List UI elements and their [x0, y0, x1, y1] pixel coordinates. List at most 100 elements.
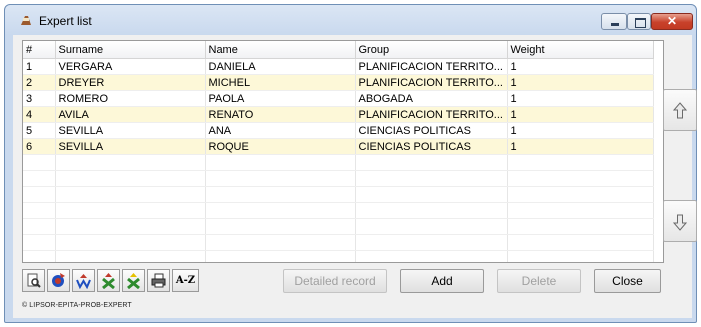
empty-cell [355, 154, 508, 171]
column-header-name[interactable]: Name [205, 41, 356, 59]
cell-group: PLANIFICACION TERRITO... [355, 106, 508, 123]
women-button[interactable] [72, 269, 95, 292]
maximize-button[interactable] [627, 13, 651, 30]
minimize-button[interactable] [601, 13, 627, 30]
add-expert-icon [127, 273, 140, 289]
grid-body: 1 VERGARA DANIELA PLANIFICACION TERRITO... 1… [23, 58, 654, 262]
empty-cell [355, 186, 508, 203]
empty-cell [205, 234, 356, 251]
window-title: Expert list [39, 14, 92, 28]
cell-number: 3 [23, 90, 56, 107]
arrow-up-icon [673, 102, 687, 119]
empty-row[interactable] [23, 234, 654, 251]
empty-cell [205, 218, 356, 235]
search-icon [27, 273, 41, 288]
cell-weight: 1 [507, 74, 654, 91]
close-icon: ✕ [666, 14, 678, 28]
cell-weight: 1 [507, 106, 654, 123]
table-row[interactable]: 5 SEVILLA ANA CIENCIAS POLITICAS 1 [23, 122, 654, 139]
cell-group: CIENCIAS POLITICAS [355, 122, 508, 139]
table-row[interactable]: 1 VERGARA DANIELA PLANIFICACION TERRITO... 1 [23, 58, 654, 75]
empty-cell [205, 154, 356, 171]
cell-group: PLANIFICACION TERRITO... [355, 58, 508, 75]
empty-cell [507, 154, 654, 171]
cell-surname: AVILA [55, 106, 206, 123]
detailed-record-button[interactable]: Detailed record [283, 269, 387, 293]
group-button[interactable] [47, 269, 70, 292]
empty-cell [55, 154, 206, 171]
header-row: # Surname Name Group Weight [23, 41, 654, 59]
cell-surname: SEVILLA [55, 122, 206, 139]
title-bar[interactable]: Expert list ✕ [5, 5, 696, 35]
empty-cell [205, 170, 356, 187]
empty-row[interactable] [23, 154, 654, 171]
empty-cell [355, 170, 508, 187]
expert-list-window: Expert list ✕ # Surname Name Group Weigh… [4, 4, 697, 323]
empty-cell [507, 250, 654, 262]
search-button[interactable] [22, 269, 45, 292]
cell-name: RENATO [205, 106, 356, 123]
app-icon [21, 16, 31, 25]
empty-row[interactable] [23, 170, 654, 187]
empty-cell [23, 250, 56, 262]
cell-number: 2 [23, 74, 56, 91]
empty-cell [23, 234, 56, 251]
table-row[interactable]: 2 DREYER MICHEL PLANIFICACION TERRITO... 1 [23, 74, 654, 91]
remove-expert-button[interactable] [97, 269, 120, 292]
column-header-weight[interactable]: Weight [507, 41, 654, 59]
experts-grid[interactable]: # Surname Name Group Weight 1 VERGARA DANI… [22, 40, 664, 263]
cell-weight: 1 [507, 138, 654, 155]
empty-cell [355, 250, 508, 262]
cell-weight: 1 [507, 122, 654, 139]
empty-cell [355, 234, 508, 251]
cell-name: PAOLA [205, 90, 356, 107]
copyright-text: © LIPSOR-EPITA-PROB-EXPERT [22, 302, 132, 309]
empty-cell [507, 218, 654, 235]
empty-cell [55, 170, 206, 187]
empty-cell [55, 250, 206, 262]
empty-cell [23, 170, 56, 187]
cell-surname: VERGARA [55, 58, 206, 75]
column-header-group[interactable]: Group [355, 41, 508, 59]
remove-expert-icon [102, 273, 115, 289]
empty-row[interactable] [23, 202, 654, 219]
column-header-number[interactable]: # [23, 41, 56, 59]
sort-az-button[interactable]: A-Z [172, 269, 199, 292]
cell-name: DANIELA [205, 58, 356, 75]
cell-group: CIENCIAS POLITICAS [355, 138, 508, 155]
cell-number: 5 [23, 122, 56, 139]
cell-number: 6 [23, 138, 56, 155]
table-row[interactable]: 3 ROMERO PAOLA ABOGADA 1 [23, 90, 654, 107]
cell-number: 1 [23, 58, 56, 75]
experts-table: # Surname Name Group Weight 1 VERGARA DANI… [23, 41, 654, 262]
column-header-surname[interactable]: Surname [55, 41, 206, 59]
table-row[interactable]: 4 AVILA RENATO PLANIFICACION TERRITO... 1 [23, 106, 654, 123]
empty-cell [23, 186, 56, 203]
close-button[interactable]: Close [594, 269, 661, 293]
table-row[interactable]: 6 SEVILLA ROQUE CIENCIAS POLITICAS 1 [23, 138, 654, 155]
cell-group: PLANIFICACION TERRITO... [355, 74, 508, 91]
window-close-button[interactable]: ✕ [651, 13, 693, 30]
cell-surname: SEVILLA [55, 138, 206, 155]
client-area: # Surname Name Group Weight 1 VERGARA DANI… [13, 35, 697, 318]
cell-surname: DREYER [55, 74, 206, 91]
empty-cell [355, 202, 508, 219]
empty-row[interactable] [23, 186, 654, 203]
group-icon [52, 273, 65, 287]
add-button[interactable]: Add [400, 269, 484, 293]
cell-weight: 1 [507, 90, 654, 107]
cell-weight: 1 [507, 58, 654, 75]
empty-cell [55, 234, 206, 251]
empty-row[interactable] [23, 250, 654, 262]
cell-surname: ROMERO [55, 90, 206, 107]
delete-button[interactable]: Delete [497, 269, 581, 293]
print-button[interactable] [147, 269, 170, 292]
print-icon [151, 273, 166, 288]
empty-cell [23, 154, 56, 171]
empty-row[interactable] [23, 218, 654, 235]
empty-cell [55, 218, 206, 235]
add-expert-button[interactable] [122, 269, 145, 292]
empty-cell [23, 202, 56, 219]
move-up-button[interactable] [663, 89, 697, 131]
move-down-button[interactable] [663, 200, 697, 242]
